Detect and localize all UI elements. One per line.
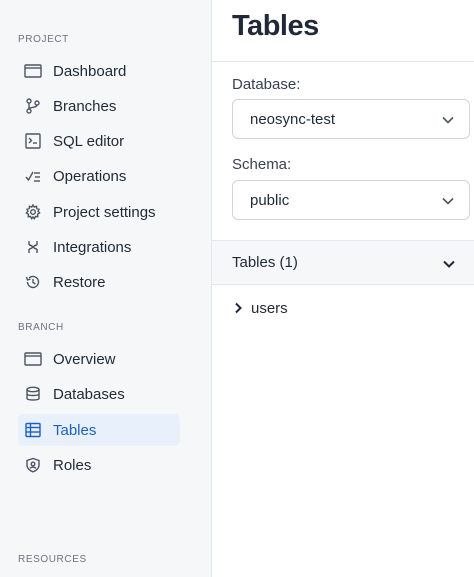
schema-label: Schema: [232, 156, 292, 173]
sidebar-item-label: Overview [53, 350, 116, 368]
sidebar-item-overview[interactable]: Overview [18, 343, 180, 375]
overview-icon [24, 350, 42, 368]
sidebar-item-label: Dashboard [53, 62, 127, 80]
database-select[interactable]: neosync-test [232, 99, 470, 139]
sidebar-item-project-settings[interactable]: Project settings [18, 196, 180, 228]
sidebar-item-integrations[interactable]: Integrations [18, 231, 180, 263]
chevron-down-icon [442, 197, 454, 205]
sidebar-item-dashboard[interactable]: Dashboard [18, 55, 180, 87]
table-name: users [251, 299, 288, 317]
sidebar-item-tables[interactable]: Tables [18, 414, 180, 446]
main-panel: Tables Database: neosync-test Schema: pu… [212, 0, 474, 577]
table-tree-item-users[interactable]: users [232, 296, 288, 320]
sidebar-item-operations[interactable]: Operations [18, 160, 180, 192]
branch-section-label: BRANCH [18, 322, 64, 333]
sidebar-item-label: Project settings [53, 203, 156, 221]
database-label: Database: [232, 76, 301, 93]
database-icon [24, 385, 42, 403]
restore-icon [24, 273, 42, 291]
integrations-icon [24, 238, 42, 256]
database-select-value: neosync-test [250, 110, 336, 128]
chevron-right-icon [235, 302, 242, 314]
schema-select[interactable]: public [232, 180, 470, 220]
sidebar-item-databases[interactable]: Databases [18, 378, 180, 410]
page-header: Tables [212, 0, 474, 62]
schema-select-value: public [250, 191, 290, 209]
sidebar-item-label: Operations [53, 167, 127, 185]
sidebar-item-branches[interactable]: Branches [18, 90, 180, 122]
sidebar-item-label: SQL editor [53, 132, 125, 150]
table-icon [24, 421, 42, 439]
branches-icon [24, 97, 42, 115]
sidebar: PROJECT Dashboard Branches SQL editor Op… [0, 0, 212, 577]
sidebar-item-label: Roles [53, 456, 92, 474]
resources-section-label: RESOURCES [18, 554, 87, 565]
sidebar-item-label: Integrations [53, 238, 132, 256]
chevron-down-icon [442, 116, 454, 124]
sidebar-item-label: Databases [53, 385, 125, 403]
sidebar-item-restore[interactable]: Restore [18, 266, 180, 298]
settings-gear-icon [24, 203, 42, 221]
project-section-label: PROJECT [18, 34, 69, 45]
operations-icon [24, 167, 42, 185]
tables-section-header[interactable]: Tables (1) [212, 240, 474, 285]
sidebar-item-label: Restore [53, 273, 106, 291]
sidebar-item-sql-editor[interactable]: SQL editor [18, 125, 180, 157]
sidebar-item-roles[interactable]: Roles [18, 449, 180, 481]
sql-editor-icon [24, 132, 42, 150]
dashboard-icon [24, 62, 42, 80]
sidebar-item-label: Branches [53, 97, 117, 115]
page-title: Tables [232, 10, 319, 42]
app-window: PROJECT Dashboard Branches SQL editor Op… [0, 0, 474, 577]
tables-section-label: Tables (1) [232, 254, 298, 271]
roles-icon [24, 456, 42, 474]
sidebar-item-label: Tables [53, 421, 97, 439]
chevron-down-icon [443, 260, 455, 268]
